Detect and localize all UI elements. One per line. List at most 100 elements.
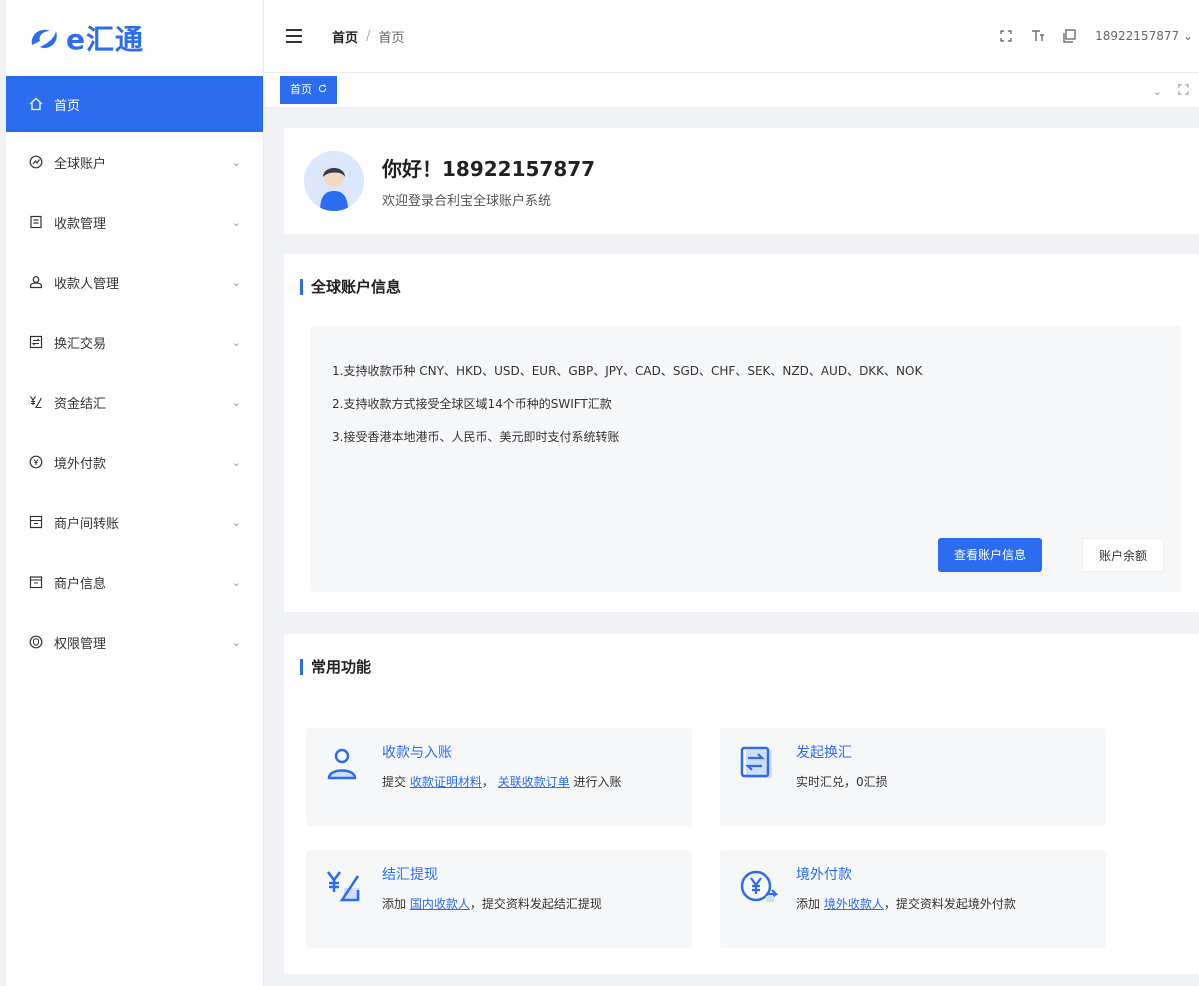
title-accent-bar — [300, 658, 303, 675]
menu-toggle-icon[interactable] — [286, 29, 302, 43]
exchange-icon — [28, 334, 44, 350]
chevron-down-icon: ⌄ — [231, 455, 241, 469]
user-menu[interactable]: 18922157877 ⌄ — [1095, 29, 1193, 43]
function-title: 境外付款 — [796, 867, 852, 883]
transfer-icon — [28, 514, 44, 530]
document-icon — [28, 214, 44, 230]
tab-fullscreen-icon[interactable] — [1178, 84, 1189, 98]
refresh-icon[interactable] — [318, 76, 327, 104]
dashboard-icon — [28, 154, 44, 170]
sidebar-item-settlement[interactable]: 资金结汇 ⌄ — [6, 372, 263, 432]
info-line: 1.支持收款币种 CNY、HKD、USD、EUR、GBP、JPY、CAD、SGD… — [332, 364, 923, 378]
chevron-down-icon: ⌄ — [231, 155, 241, 169]
username: 18922157877 — [1095, 29, 1180, 43]
tab-bar: 首页 ⌄ — [264, 72, 1199, 108]
sidebar-item-permissions[interactable]: 权限管理 ⌄ — [6, 612, 263, 672]
user-icon — [28, 274, 44, 290]
function-overseas-payment[interactable]: 境外付款 添加 境外收款人，提交资料发起境外付款 — [720, 850, 1106, 948]
sidebar-item-merchant-transfer[interactable]: 商户间转账 ⌄ — [6, 492, 263, 552]
chevron-down-icon[interactable]: ⌄ — [1153, 85, 1162, 98]
function-desc: 添加 境外收款人，提交资料发起境外付款 — [796, 896, 1086, 913]
sidebar-item-label: 商户间转账 — [54, 516, 120, 532]
welcome-subtitle: 欢迎登录合利宝全球账户系统 — [382, 194, 552, 209]
sidebar-item-exchange[interactable]: 换汇交易 ⌄ — [6, 312, 263, 372]
avatar — [304, 151, 364, 211]
logo[interactable]: e汇通 — [6, 0, 263, 76]
sidebar-item-label: 换汇交易 — [54, 336, 107, 352]
section-title-text: 全球账户信息 — [311, 278, 402, 296]
desc-text: 提交 — [382, 775, 407, 789]
function-receive[interactable]: 收款与入账 提交 收款证明材料， 关联收款订单 进行入账 — [306, 728, 692, 826]
breadcrumb-current: 首页 — [378, 30, 405, 46]
chevron-down-icon: ⌄ — [231, 575, 241, 589]
top-header: 首页 / 首页 18922157877 ⌄ — [264, 0, 1199, 72]
tab-home[interactable]: 首页 — [280, 76, 337, 104]
layout-icon[interactable] — [1063, 29, 1077, 43]
sidebar-item-label: 境外付款 — [54, 456, 107, 472]
welcome-card: 你好！18922157877 欢迎登录合利宝全球账户系统 — [284, 128, 1199, 234]
settle-yuan-icon — [322, 864, 366, 908]
function-title: 发起换汇 — [796, 745, 852, 761]
global-account-card: 全球账户信息 1.支持收款币种 CNY、HKD、USD、EUR、GBP、JPY、… — [284, 254, 1199, 612]
proof-materials-link[interactable]: 收款证明材料 — [410, 775, 482, 789]
merchant-icon — [28, 574, 44, 590]
header-actions: 18922157877 ⌄ — [999, 0, 1193, 72]
desc-text: 进行入账 — [573, 775, 622, 789]
shield-icon — [28, 634, 44, 650]
domestic-payee-link[interactable]: 国内收款人 — [410, 897, 470, 911]
tab-tools: ⌄ — [1153, 73, 1189, 109]
section-title-text: 常用功能 — [311, 658, 372, 676]
logo-icon — [28, 21, 62, 55]
account-balance-button[interactable]: 账户余额 — [1082, 538, 1165, 572]
sidebar-item-overseas-payment[interactable]: 境外付款 ⌄ — [6, 432, 263, 492]
function-exchange[interactable]: 发起换汇 实时汇兑，0汇损 — [720, 728, 1106, 826]
fullscreen-icon[interactable] — [999, 29, 1013, 43]
chevron-down-icon: ⌄ — [231, 395, 241, 409]
section-title: 全球账户信息 — [300, 276, 1183, 297]
linked-orders-link[interactable]: 关联收款订单 — [498, 775, 570, 789]
function-desc: 实时汇兑，0汇损 — [796, 775, 888, 789]
overseas-yuan-icon — [736, 864, 780, 908]
sidebar-item-global-account[interactable]: 全球账户 ⌄ — [6, 132, 263, 192]
sidebar-item-home[interactable]: 首页 — [6, 76, 263, 132]
desc-text: ，提交资料发起境外付款 — [883, 897, 1016, 911]
breadcrumb-root[interactable]: 首页 — [332, 27, 358, 46]
view-account-button[interactable]: 查看账户信息 — [938, 538, 1043, 572]
sidebar-item-label: 商户信息 — [54, 576, 107, 592]
function-desc: 添加 国内收款人，提交资料发起结汇提现 — [382, 896, 672, 913]
sidebar-item-receipts[interactable]: 收款管理 ⌄ — [6, 192, 263, 252]
sidebar-item-label: 首页 — [54, 98, 81, 114]
title-accent-bar — [300, 278, 303, 295]
desc-text: 添加 — [796, 897, 821, 911]
desc-text: 添加 — [382, 897, 407, 911]
section-title: 常用功能 — [300, 656, 1183, 677]
sidebar: e汇通 首页 全球账户 ⌄ 收款管理 ⌄ 收款人管理 ⌄ 换汇交易 ⌄ 资金结汇… — [6, 0, 264, 986]
font-size-icon[interactable] — [1031, 29, 1045, 43]
account-info-box: 1.支持收款币种 CNY、HKD、USD、EUR、GBP、JPY、CAD、SGD… — [310, 326, 1181, 592]
chevron-down-icon: ⌄ — [231, 335, 241, 349]
info-line: 3.接受香港本地港币、人民币、美元即时支付系统转账 — [332, 430, 620, 444]
desc-text: ，提交资料发起结汇提现 — [469, 897, 602, 911]
home-icon — [28, 96, 44, 112]
sidebar-item-label: 权限管理 — [54, 636, 107, 652]
function-title: 结汇提现 — [382, 867, 438, 883]
sidebar-item-payees[interactable]: 收款人管理 ⌄ — [6, 252, 263, 312]
receive-user-icon — [322, 742, 366, 786]
sidebar-item-label: 全球账户 — [54, 156, 107, 172]
overseas-payee-link[interactable]: 境外收款人 — [824, 897, 884, 911]
function-settle-withdraw[interactable]: 结汇提现 添加 国内收款人，提交资料发起结汇提现 — [306, 850, 692, 948]
common-functions-card: 常用功能 收款与入账 提交 收款证明材料， 关联收款订单 进行入账 发起换汇 实… — [284, 634, 1199, 974]
sidebar-item-label: 资金结汇 — [54, 396, 107, 412]
chevron-down-icon: ⌄ — [1182, 29, 1193, 43]
sidebar-item-merchant-info[interactable]: 商户信息 ⌄ — [6, 552, 263, 612]
info-line: 2.支持收款方式接受全球区域14个币种的SWIFT汇款 — [332, 397, 612, 411]
desc-text: ， — [481, 775, 494, 789]
chevron-down-icon: ⌄ — [231, 215, 241, 229]
chevron-down-icon: ⌄ — [231, 515, 241, 529]
overseas-pay-icon — [28, 454, 44, 470]
sidebar-item-label: 收款管理 — [54, 216, 107, 232]
exchange-doc-icon — [736, 742, 780, 786]
greeting: 你好！18922157877 — [382, 157, 596, 181]
breadcrumb-separator: / — [366, 28, 371, 44]
tab-label: 首页 — [290, 83, 312, 96]
